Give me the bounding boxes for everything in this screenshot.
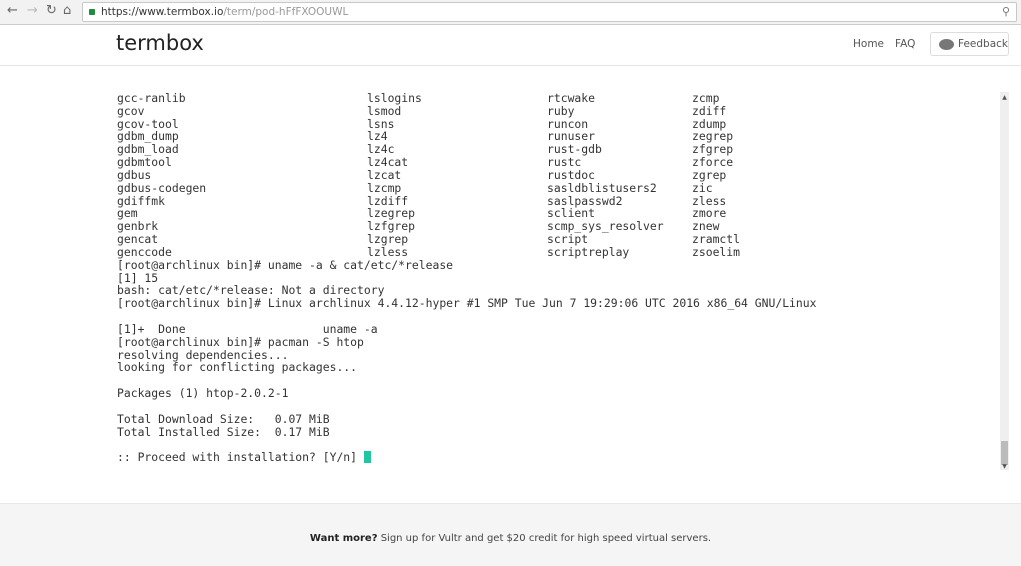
terminal-line-text: [root@archlinux bin]# Linux archlinux 4.…	[117, 296, 817, 311]
terminal-line: [root@archlinux bin]# uname -a & cat/etc…	[117, 257, 454, 272]
ls-entry: zic	[692, 180, 713, 195]
url-path: /term/pod-hFfFXOOUWL	[223, 6, 349, 18]
ls-entry: gcov	[117, 103, 145, 118]
site-header: termbox Home FAQ Feedback	[0, 26, 1021, 66]
forward-icon[interactable]: →	[27, 3, 38, 18]
speech-bubble-icon	[939, 39, 954, 50]
terminal-line-text: [root@archlinux bin]# uname -a & cat/etc…	[117, 257, 454, 272]
scrollbar-thumb[interactable]	[1001, 441, 1008, 465]
ls-entry: scriptreplay	[547, 244, 630, 259]
ls-entry: zsoelim	[692, 244, 741, 259]
terminal-line: Packages (1) htop-2.0.2-1	[117, 387, 288, 400]
scroll-up-icon[interactable]: ▲	[1000, 94, 1009, 101]
nav-faq[interactable]: FAQ	[895, 38, 915, 50]
zoom-icon[interactable]: ⚲	[1002, 3, 1010, 21]
scroll-down-icon[interactable]: ▼	[1000, 463, 1009, 470]
logo[interactable]: termbox	[116, 31, 204, 55]
terminal-line: Total Installed Size: 0.17 MiB	[117, 424, 330, 439]
ls-entry: lsmod	[367, 103, 402, 118]
terminal-line-text: Packages (1) htop-2.0.2-1	[117, 386, 289, 401]
feedback-label: Feedback	[958, 38, 1009, 50]
home-icon[interactable]: ⌂	[63, 3, 71, 18]
back-icon[interactable]: ←	[7, 3, 18, 18]
url-host: https://www.termbox.io	[101, 6, 224, 18]
feedback-button[interactable]: Feedback	[930, 32, 1009, 56]
footer-promo: Want more? Sign up for Vultr and get $20…	[0, 533, 1021, 544]
promo-text: Sign up for Vultr and get $20 credit for…	[377, 533, 712, 544]
ls-entry: zdiff	[692, 103, 727, 118]
terminal-line: :: Proceed with installation? [Y/n]	[117, 451, 371, 464]
terminal-line: looking for conflicting packages...	[117, 361, 357, 374]
ls-entry: ruby	[547, 103, 575, 118]
terminal-cursor	[363, 451, 371, 464]
terminal-line-text: :: Proceed with installation? [Y/n]	[117, 450, 364, 465]
nav-home[interactable]: Home	[853, 38, 884, 50]
promo-bold: Want more?	[309, 533, 378, 544]
footer: Want more? Sign up for Vultr and get $20…	[0, 503, 1021, 566]
terminal-line-text: Total Installed Size: 0.17 MiB	[117, 424, 330, 439]
ls-entry: lzcmp	[367, 180, 402, 195]
ls-entry: gdbus-codegen	[117, 180, 207, 195]
browser-toolbar: ← → ↻ ⌂ https://www.termbox.io/term/pod-…	[0, 0, 1021, 25]
terminal-line-text: looking for conflicting packages...	[117, 360, 358, 375]
address-bar[interactable]: https://www.termbox.io/term/pod-hFfFXOOU…	[82, 2, 1017, 22]
terminal-line: [root@archlinux bin]# Linux archlinux 4.…	[117, 297, 817, 310]
lock-icon	[89, 9, 95, 15]
reload-icon[interactable]: ↻	[46, 3, 57, 18]
terminal-scrollbar[interactable]: ▲ ▼	[1000, 92, 1009, 470]
ls-entry: sasldblistusers2	[547, 180, 657, 195]
